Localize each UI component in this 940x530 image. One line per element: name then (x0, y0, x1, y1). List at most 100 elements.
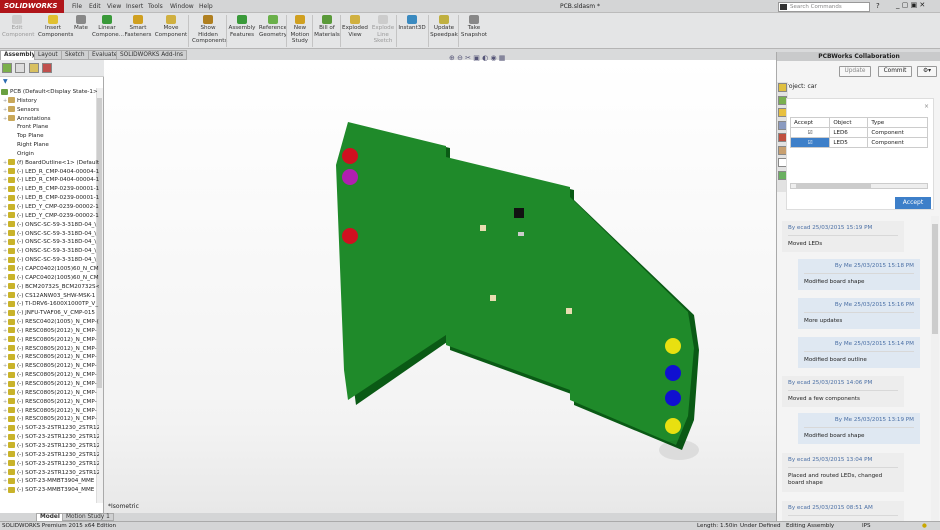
tree-item[interactable]: + (-) RESC0805(2012)_N_CMP- (3, 345, 99, 354)
close-icon[interactable]: × (924, 103, 929, 110)
tree-item[interactable]: + (-) LED_R_CMP-0404-00004-1 (3, 168, 99, 177)
window-controls[interactable]: _ ▢ ▣ ✕ (896, 1, 925, 9)
tree-item[interactable]: + (-) CS12ANW03_SHW-MSK-1 (3, 292, 99, 301)
tree-item[interactable]: + (-) RESC0805(2012)_N_CMP- (3, 362, 99, 371)
menu-edit[interactable]: Edit (89, 0, 101, 13)
help-icon[interactable]: ? (876, 2, 880, 10)
accept-button[interactable]: Accept (895, 197, 931, 209)
history-message[interactable]: By Me 25/03/2015 15:14 PM Modified board … (798, 337, 920, 368)
toolbar-bill-of-materials-button[interactable]: Bill of Materials (314, 15, 340, 38)
update-button[interactable]: Update (839, 66, 871, 77)
history-message[interactable]: By ecad 25/03/2015 08:51 AM (782, 501, 904, 521)
tree-item[interactable]: + (-) SOT-23-2STR1230_2STR12 (3, 469, 99, 478)
toolbar-explode-line-sketch-button[interactable]: Explode Line Sketch (370, 15, 396, 45)
rebuild-icon[interactable]: ● (922, 522, 927, 530)
toolbar-insert-components-button[interactable]: Insert Components (38, 15, 73, 38)
menu-file[interactable]: File (72, 0, 82, 13)
commit-button[interactable]: Commit (878, 66, 912, 77)
tree-item[interactable]: + (-) SOT-23-2STR1230_2STR12 (3, 451, 99, 460)
tree-item[interactable]: + (-) RESC0805(2012)_N_CMP- (3, 327, 99, 336)
filter-icon[interactable]: ▼ (3, 78, 8, 85)
tree-item[interactable]: + (-) LED_Y_CMP-0239-00002-1 (3, 212, 99, 221)
tree-item[interactable]: + (-) ONSC-SC-59-3-318D-04_\ (3, 230, 99, 239)
tree-item[interactable]: Front Plane (3, 123, 99, 132)
history-message[interactable]: By ecad 25/03/2015 14:06 PM Moved a few c… (782, 376, 904, 407)
tree-item[interactable]: + (-) SOT-23-MMBT3904_MME (3, 486, 99, 495)
history-scrollbar[interactable] (931, 216, 939, 521)
toolbar-instant3d-button[interactable]: Instant3D (398, 15, 426, 32)
tree-item[interactable]: + (-) ONSC-SC-59-3-318D-04_\ (3, 256, 99, 265)
home-icon[interactable] (778, 83, 787, 92)
tree-item[interactable]: + (-) TI-DRV6-1600X1000TP_V_ (3, 300, 99, 309)
history-message[interactable]: By Me 25/03/2015 13:19 PM Modified board … (798, 413, 920, 444)
toolbar-take-snapshot-button[interactable]: Take Snapshot (460, 15, 488, 38)
tree-item[interactable]: + (-) JNFU-TVAF06_V_CMP-015 (3, 309, 99, 318)
accept-checkbox[interactable]: ☑ (789, 137, 831, 148)
tree-item[interactable]: + (-) ONSC-SC-59-3-318D-04_\ (3, 238, 99, 247)
tree-item[interactable]: + (-) BCM20732S_BCM20732S< (3, 283, 99, 292)
tree-item[interactable]: + (-) SOT-23-2STR1230_2STR12 (3, 424, 99, 433)
graphics-viewport[interactable]: ⊕ ⊖ ✂ ▣ ◐ ◉ ▦ *Isometric (104, 54, 776, 513)
tree-item[interactable]: + (-) LED_R_CMP-0404-00004-1 (3, 176, 99, 185)
table-row[interactable]: ☑ LED6 Component (789, 127, 928, 138)
tree-item[interactable]: Origin (3, 150, 99, 159)
tree-item[interactable]: + Sensors (3, 106, 99, 115)
menu-view[interactable]: View (107, 0, 121, 13)
horizontal-scrollbar[interactable] (790, 183, 928, 189)
tree-item[interactable]: + (-) RESC0805(2012)_N_CMP- (3, 398, 99, 407)
tree-item[interactable]: + History (3, 97, 99, 106)
tree-item[interactable]: Top Plane (3, 132, 99, 141)
units-selector[interactable]: IPS (862, 522, 871, 530)
tree-item[interactable]: + (-) RESC0805(2012)_N_CMP- (3, 415, 99, 424)
tree-item[interactable]: Right Plane (3, 141, 99, 150)
menu-tools[interactable]: Tools (148, 0, 163, 13)
tree-item[interactable]: + (-) SOT-23-2STR1230_2STR12 (3, 460, 99, 469)
tree-item[interactable]: + (f) BoardOutline<1> (Default (3, 159, 99, 168)
toolbar-new-motion-study-button[interactable]: New Motion Study (288, 15, 312, 45)
menu-help[interactable]: Help (199, 0, 213, 13)
tab-motion-study-1[interactable]: Motion Study 1 (62, 513, 114, 521)
toolbar-edit-component-button[interactable]: Edit Component (2, 15, 34, 38)
tree-item[interactable]: + (-) LED_B_CMP-0239-00001-1 (3, 194, 99, 203)
tree-item[interactable]: + (-) CAPC0402(1005)60_N_CM (3, 265, 99, 274)
tree-item[interactable]: + (-) LED_B_CMP-0239-00001-1 (3, 185, 99, 194)
tree-root[interactable]: PCB (Default<Display State-1>) (1, 88, 97, 97)
toolbar-move-component-button[interactable]: Move Component (154, 15, 188, 38)
tab-solidworks-add-ins[interactable]: SOLIDWORKS Add-Ins (116, 50, 188, 60)
toolbar-update-speedpak-button[interactable]: Update Speedpak (430, 15, 458, 38)
tree-item[interactable]: + (-) RESC0805(2012)_N_CMP- (3, 336, 99, 345)
tree-item[interactable]: + (-) RESC0402(1005)_N_CMP-( (3, 318, 99, 327)
tree-item[interactable]: + (-) SOT-23-MMBT3904_MME (3, 477, 99, 486)
tree-item[interactable]: + (-) RESC0805(2012)_N_CMP- (3, 371, 99, 380)
display-manager-icon[interactable] (42, 63, 52, 73)
tab-model[interactable]: Model (36, 513, 64, 521)
toolbar-assembly-features-button[interactable]: Assembly Features (228, 15, 256, 38)
feature-tree-icon[interactable] (2, 63, 12, 73)
tab-sketch[interactable]: Sketch (61, 50, 89, 60)
tree-item[interactable]: + (-) SOT-23-2STR1230_2STR12 (3, 433, 99, 442)
tree-item[interactable]: + (-) LED_Y_CMP-0239-00002-1 (3, 203, 99, 212)
accept-checkbox[interactable]: ☑ (789, 127, 831, 138)
history-message[interactable]: By Me 25/03/2015 15:18 PM Modified board … (798, 259, 920, 290)
toolbar-linear-compone-button[interactable]: Linear Compone... (92, 15, 124, 38)
history-message[interactable]: By ecad 25/03/2015 15:19 PM Moved LEDs (782, 221, 904, 252)
tree-item[interactable]: + (-) SOT-23-2STR1230_2STR12 (3, 442, 99, 451)
tree-item[interactable]: + (-) ONSC-SC-59-3-318D-04_\ (3, 247, 99, 256)
menu-window[interactable]: Window (170, 0, 194, 13)
menu-insert[interactable]: Insert (126, 0, 143, 13)
toolbar-reference-geometry-button[interactable]: Reference Geometry (258, 15, 288, 38)
history-message[interactable]: By Me 25/03/2015 15:16 PM More updates (798, 298, 920, 329)
tree-item[interactable]: + (-) RESC0805(2012)_N_CMP- (3, 389, 99, 398)
tree-item[interactable]: + (-) CAPC0402(1005)60_N_CM (3, 274, 99, 283)
tree-item[interactable]: + (-) RESC0805(2012)_N_CMP- (3, 407, 99, 416)
tree-item[interactable]: + Annotations (3, 115, 99, 124)
toolbar-smart-fasteners-button[interactable]: Smart Fasteners (124, 15, 152, 38)
tree-item[interactable]: + (-) RESC0805(2012)_N_CMP- (3, 353, 99, 362)
tab-layout[interactable]: Layout (34, 50, 62, 60)
toolbar-exploded-view-button[interactable]: Exploded View (342, 15, 368, 38)
history-message[interactable]: By ecad 25/03/2015 13:04 PM Placed and ro… (782, 453, 904, 492)
tree-item[interactable]: + (-) ONSC-SC-59-3-318D-04_\ (3, 221, 99, 230)
search-commands-input[interactable]: Search Commands (778, 2, 870, 12)
toolbar-show-hidden-components-button[interactable]: Show Hidden Components (192, 15, 227, 45)
pcb-model[interactable] (104, 60, 776, 513)
